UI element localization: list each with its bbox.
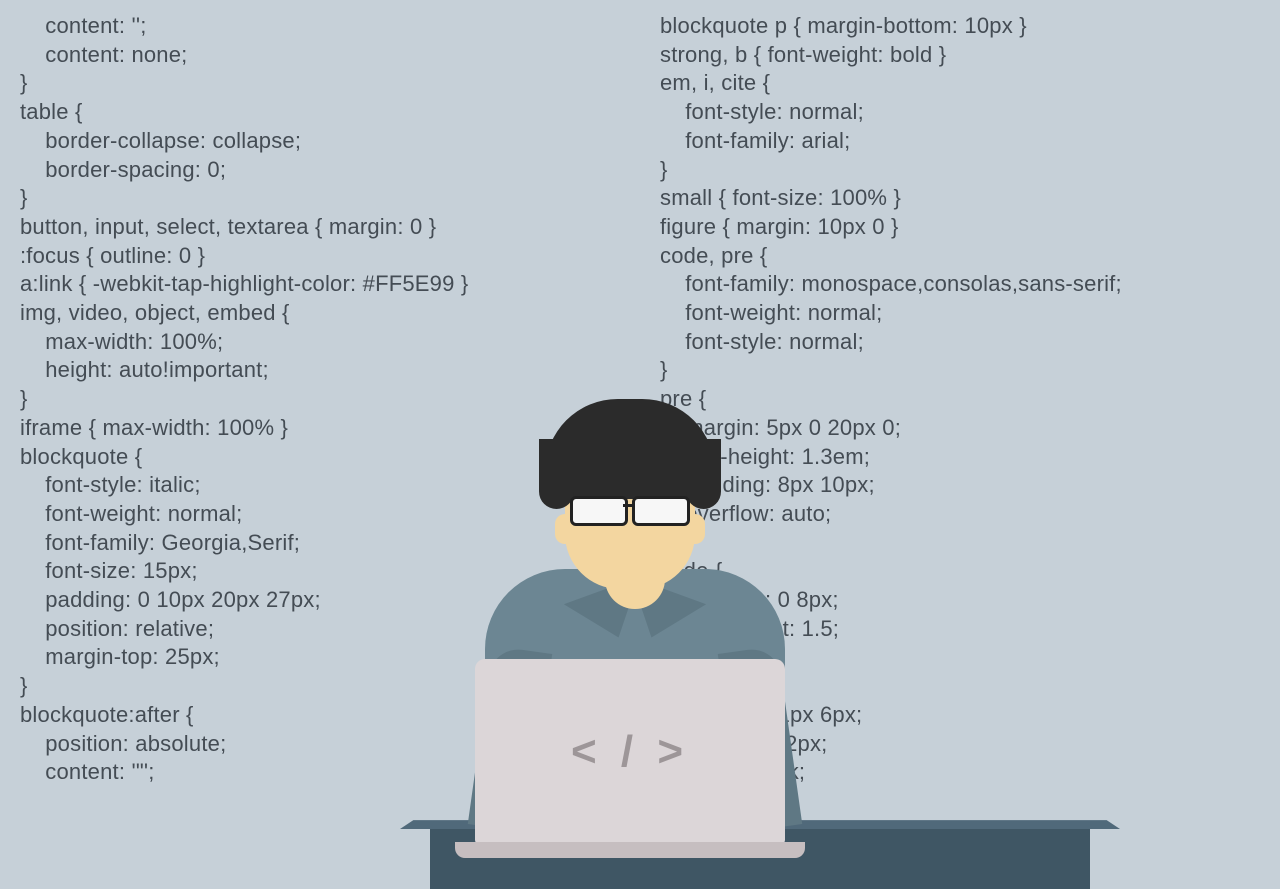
code-line: a:link { -webkit-tap-highlight-color: #F…	[20, 270, 468, 299]
code-line: max-width: 100%;	[20, 328, 468, 357]
laptop: < / >	[475, 659, 785, 844]
code-line: figure { margin: 10px 0 }	[660, 213, 1122, 242]
laptop-base	[455, 842, 805, 858]
code-line: table {	[20, 98, 468, 127]
css-code-left-column: content: ''; content: none;}table { bord…	[20, 12, 468, 787]
glasses-icon	[570, 496, 690, 524]
code-line: }	[20, 184, 468, 213]
code-line: strong, b { font-weight: bold }	[660, 41, 1122, 70]
code-line: :focus { outline: 0 }	[20, 242, 468, 271]
code-line: font-style: normal;	[660, 328, 1122, 357]
code-line: em, i, cite {	[660, 69, 1122, 98]
code-line: }	[660, 356, 1122, 385]
laptop-screen-back: < / >	[475, 659, 785, 844]
code-line: iframe { max-width: 100% }	[20, 414, 468, 443]
code-line: blockquote:after {	[20, 701, 468, 730]
code-line: img, video, object, embed {	[20, 299, 468, 328]
lens-right	[632, 496, 690, 526]
code-line: border-collapse: collapse;	[20, 127, 468, 156]
code-line: content: '"';	[20, 758, 468, 787]
lens-left	[570, 496, 628, 526]
code-line: font-style: normal;	[660, 98, 1122, 127]
code-line: }	[660, 156, 1122, 185]
code-line: border-spacing: 0;	[20, 156, 468, 185]
code-line: font-style: italic;	[20, 471, 468, 500]
code-line: blockquote {	[20, 443, 468, 472]
code-line: small { font-size: 100% }	[660, 184, 1122, 213]
code-line: }	[20, 69, 468, 98]
code-line: blockquote p { margin-bottom: 10px }	[660, 12, 1122, 41]
code-line: font-family: Georgia,Serif;	[20, 529, 468, 558]
code-line: padding: 0 10px 20px 27px;	[20, 586, 468, 615]
code-line: font-weight: normal;	[20, 500, 468, 529]
code-line: button, input, select, textarea { margin…	[20, 213, 468, 242]
code-line: }	[20, 672, 468, 701]
hair	[545, 399, 715, 499]
code-line: font-family: arial;	[660, 127, 1122, 156]
code-line: content: none;	[20, 41, 468, 70]
code-line: font-family: monospace,consolas,sans-ser…	[660, 270, 1122, 299]
code-line: position: absolute;	[20, 730, 468, 759]
code-line: position: relative;	[20, 615, 468, 644]
code-line: font-weight: normal;	[660, 299, 1122, 328]
code-line: content: '';	[20, 12, 468, 41]
code-line: code, pre {	[660, 242, 1122, 271]
code-line: height: auto!important;	[20, 356, 468, 385]
code-line: }	[20, 385, 468, 414]
code-line: font-size: 15px;	[20, 557, 468, 586]
code-icon: < / >	[571, 727, 689, 777]
illustration-stage: content: ''; content: none;}table { bord…	[0, 0, 1280, 889]
code-line: margin-top: 25px;	[20, 643, 468, 672]
